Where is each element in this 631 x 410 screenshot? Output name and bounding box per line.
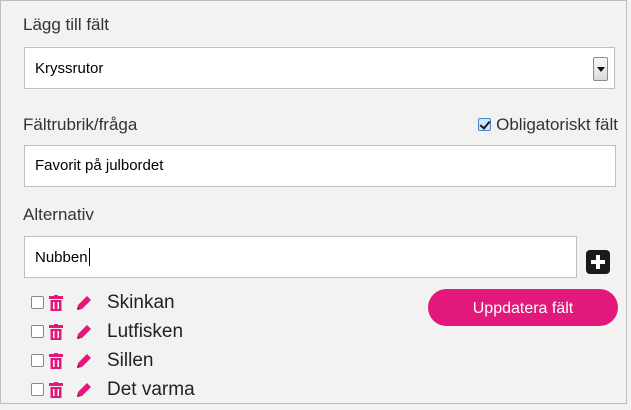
update-field-button[interactable]: Uppdatera fält (428, 289, 618, 326)
alternatives-list: Skinkan Lutfisken Sillen Det varma (31, 288, 195, 404)
trash-icon[interactable] (49, 352, 63, 369)
field-type-value: Kryssrutor (35, 60, 104, 77)
alternative-input-value: Nubben (35, 249, 88, 266)
list-item: Sillen (31, 346, 195, 375)
field-editor-panel: Lägg till fält Kryssrutor Fältrubrik/frå… (0, 0, 627, 404)
required-field-toggle[interactable]: Obligatoriskt fält (478, 115, 618, 135)
option-label: Det varma (107, 378, 195, 400)
alternatives-label: Alternativ (23, 205, 94, 224)
required-label: Obligatoriskt fält (496, 115, 618, 134)
option-checkbox[interactable] (31, 383, 44, 396)
option-checkbox[interactable] (31, 325, 44, 338)
option-checkbox[interactable] (31, 296, 44, 309)
list-item: Skinkan (31, 288, 195, 317)
question-input[interactable]: Favorit på julbordet (24, 145, 616, 187)
question-input-value: Favorit på julbordet (35, 157, 164, 174)
list-item: Lutfisken (31, 317, 195, 346)
field-type-select[interactable]: Kryssrutor (24, 47, 615, 89)
pencil-icon[interactable] (75, 323, 93, 341)
chevron-down-icon[interactable] (593, 57, 608, 81)
list-item: Det varma (31, 375, 195, 404)
add-alternative-button[interactable] (586, 250, 610, 274)
text-caret (88, 248, 90, 266)
option-checkbox[interactable] (31, 354, 44, 367)
add-field-heading: Lägg till fält (23, 15, 109, 34)
required-checkbox[interactable] (478, 118, 492, 131)
pencil-icon[interactable] (75, 381, 93, 399)
question-label: Fältrubrik/fråga (23, 115, 138, 134)
option-label: Sillen (107, 349, 154, 371)
trash-icon[interactable] (49, 294, 63, 311)
trash-icon[interactable] (49, 323, 63, 340)
trash-icon[interactable] (49, 381, 63, 398)
alternative-input[interactable]: Nubben (24, 236, 577, 278)
option-label: Lutfisken (107, 320, 184, 342)
pencil-icon[interactable] (75, 294, 93, 312)
pencil-icon[interactable] (75, 352, 93, 370)
option-label: Skinkan (107, 291, 175, 313)
